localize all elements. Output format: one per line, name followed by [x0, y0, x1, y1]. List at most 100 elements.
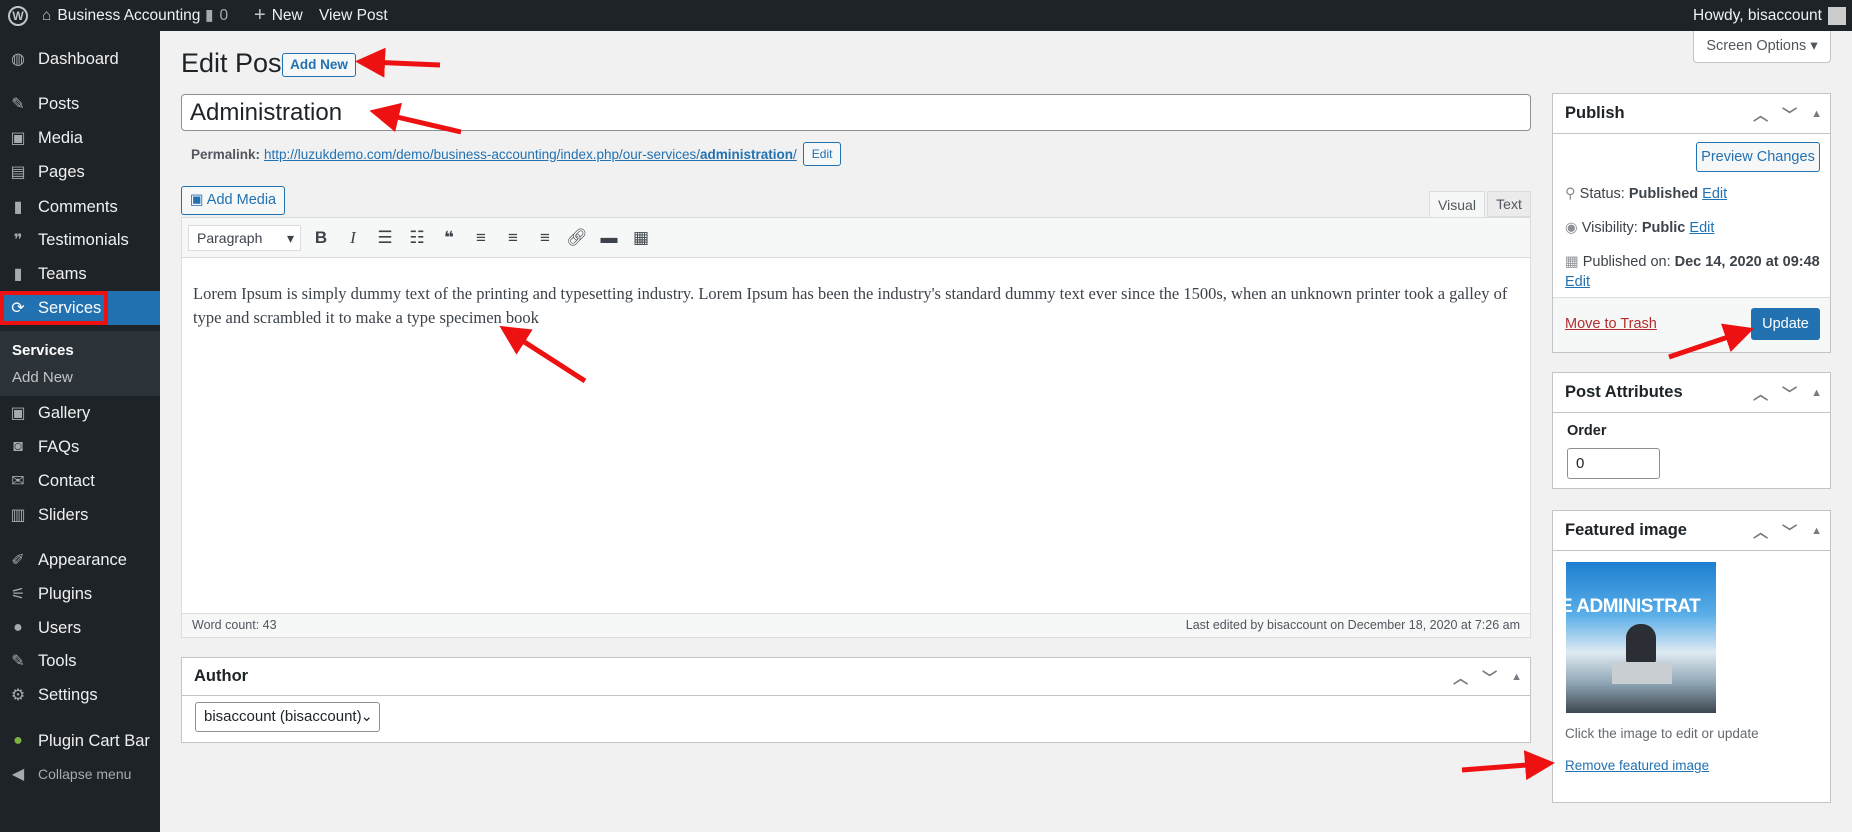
move-down-icon[interactable]: ﹀	[1482, 667, 1497, 688]
submenu-item[interactable]: Services	[0, 337, 160, 364]
account-menu[interactable]: Howdy, bisaccount	[1693, 0, 1846, 31]
leaf-icon: ●	[13, 732, 23, 749]
faq-icon: ◙	[13, 438, 23, 455]
sidebar-item-plugin-cart-bar[interactable]: ● Plugin Cart Bar	[0, 724, 160, 758]
visibility-row: ◉ Visibility: Public Edit	[1565, 220, 1715, 236]
publish-box: Publish ︿ ﹀ ▲ Preview Changes ⚲ Status: Pu…	[1552, 93, 1831, 353]
move-up-icon[interactable]: ︿	[1753, 104, 1768, 125]
move-up-icon[interactable]: ︿	[1453, 667, 1468, 688]
sidebar-item-plugins[interactable]: ⚟ Plugins	[0, 577, 160, 611]
permalink-link[interactable]: http://luzukdemo.com/demo/business-accou…	[264, 147, 797, 162]
view-post-link[interactable]: View Post	[319, 0, 388, 31]
sidebar-item-comments[interactable]: ▮ Comments	[0, 190, 160, 224]
permalink-edit-button[interactable]: Edit	[802, 142, 842, 166]
align-left-icon[interactable]: ≡	[465, 228, 497, 248]
tab-text[interactable]: Text	[1487, 191, 1531, 217]
chevron-down-icon: ⌄	[360, 708, 373, 725]
link-icon[interactable]: 🔗︎	[561, 228, 593, 248]
remove-featured-image-link[interactable]: Remove featured image	[1565, 758, 1709, 773]
avatar	[1828, 6, 1846, 25]
caret-down-icon: ▾	[1810, 38, 1818, 54]
add-media-button[interactable]: ▣ Add Media	[181, 186, 285, 215]
refresh-icon: ⟳	[11, 300, 25, 317]
user-icon: ●	[13, 619, 23, 636]
sidebar-item-faqs[interactable]: ◙ FAQs	[0, 430, 160, 464]
sidebar-item-tools[interactable]: ✎ Tools	[0, 644, 160, 678]
sidebar-item-services[interactable]: ⟳ Services	[0, 291, 108, 325]
new-link[interactable]: + New	[254, 0, 303, 31]
move-down-icon[interactable]: ﹀	[1782, 383, 1797, 404]
italic-icon[interactable]: I	[337, 228, 369, 248]
page-title: Edit Post	[181, 48, 290, 78]
sidebar-item-label: Appearance	[38, 550, 127, 569]
tab-visual[interactable]: Visual	[1429, 191, 1485, 218]
move-up-icon[interactable]: ︿	[1753, 383, 1768, 404]
last-edited: Last edited by bisaccount on December 18…	[1185, 618, 1520, 632]
sidebar-item-appearance[interactable]: ✐ Appearance	[0, 543, 160, 577]
move-to-trash-link[interactable]: Move to Trash	[1565, 316, 1657, 332]
sidebar-item-label: Testimonials	[38, 230, 129, 249]
numbered-list-icon[interactable]: ☷	[401, 228, 433, 248]
home-icon: ⌂	[42, 7, 52, 24]
author-select[interactable]: bisaccount (bisaccount) ⌄	[195, 702, 380, 732]
sidebar-item-gallery[interactable]: ▣ Gallery	[0, 396, 160, 430]
wordpress-logo-icon[interactable]: W	[8, 0, 28, 31]
order-input[interactable]: 0	[1567, 448, 1660, 479]
sidebar-item-sliders[interactable]: ▥ Sliders	[0, 498, 160, 532]
comments-link[interactable]: ▮ 0	[205, 0, 228, 31]
format-select[interactable]: Paragraph ▾	[188, 224, 301, 251]
featured-hint: Click the image to edit or update	[1565, 726, 1759, 741]
editor-status-bar: Word count: 43 Last edited by bisaccount…	[182, 613, 1530, 637]
site-name-link[interactable]: ⌂ Business Accounting	[42, 0, 200, 31]
collapse-menu-button[interactable]: ◀ Collapse menu	[0, 757, 160, 791]
sidebar-item-label: Services	[38, 298, 102, 317]
edit-visibility-link[interactable]: Edit	[1689, 220, 1714, 236]
status-row: ⚲ Status: Published Edit	[1565, 186, 1728, 202]
read-more-icon[interactable]: ▬	[593, 228, 625, 248]
screen-options-button[interactable]: Screen Options ▾	[1693, 31, 1831, 63]
align-right-icon[interactable]: ≡	[529, 228, 561, 248]
move-down-icon[interactable]: ﹀	[1782, 104, 1797, 125]
comment-icon: ▮	[205, 7, 214, 24]
edit-date-link[interactable]: Edit	[1565, 274, 1590, 290]
toggle-icon[interactable]: ▲	[1811, 108, 1822, 120]
toggle-icon[interactable]: ▲	[1811, 525, 1822, 537]
sidebar-item-pages[interactable]: ▤ Pages	[0, 155, 160, 189]
toolbar-toggle-icon[interactable]: ▦	[625, 228, 657, 248]
sidebar-item-label: Posts	[38, 94, 80, 113]
wrench-icon: ✎	[11, 653, 25, 670]
sidebar-item-contact[interactable]: ✉ Contact	[0, 464, 160, 498]
bold-icon[interactable]: B	[305, 228, 337, 248]
align-center-icon[interactable]: ≡	[497, 228, 529, 248]
post-title-input[interactable]: Administration	[181, 94, 1531, 131]
toggle-icon[interactable]: ▲	[1811, 387, 1822, 399]
featured-image-box: Featured image ︿ ﹀ ▲ E ADMINISTRAT Click t…	[1552, 510, 1831, 803]
sidebar-item-media[interactable]: ▣ Media	[0, 121, 160, 155]
sidebar-item-users[interactable]: ● Users	[0, 611, 160, 645]
dashboard-icon: ◍	[11, 51, 25, 68]
sidebar-item-posts[interactable]: ✎ Posts	[0, 87, 160, 121]
move-down-icon[interactable]: ﹀	[1782, 521, 1797, 542]
sidebar-item-label: Teams	[38, 264, 87, 283]
edit-status-link[interactable]: Edit	[1702, 186, 1727, 202]
toggle-icon[interactable]: ▲	[1511, 671, 1522, 683]
blockquote-icon[interactable]: ❝	[433, 228, 465, 248]
gallery-icon: ▣	[10, 405, 26, 422]
update-button[interactable]: Update	[1751, 308, 1820, 340]
sidebar-item-teams[interactable]: ▮ Teams	[0, 257, 160, 291]
sidebar-item-dashboard[interactable]: ◍ Dashboard	[0, 42, 160, 76]
sidebar-item-testimonials[interactable]: ❞ Testimonials	[0, 223, 160, 257]
plus-icon: +	[254, 4, 266, 26]
bulleted-list-icon[interactable]: ☰	[369, 228, 401, 248]
sidebar-item-settings[interactable]: ⚙ Settings	[0, 678, 160, 712]
add-new-button[interactable]: Add New	[282, 53, 356, 77]
post-attributes-box: Post Attributes ︿ ﹀ ▲ Order 0	[1552, 372, 1831, 489]
sliders-icon: ▥	[10, 507, 26, 524]
move-up-icon[interactable]: ︿	[1753, 521, 1768, 542]
sidebar-item-label: Contact	[38, 471, 95, 490]
collapse-icon: ◀	[11, 766, 25, 783]
editor-content[interactable]: Lorem Ipsum is simply dummy text of the …	[182, 258, 1530, 611]
submenu-item[interactable]: Add New	[0, 364, 160, 391]
featured-image[interactable]: E ADMINISTRAT	[1566, 562, 1716, 713]
preview-changes-button[interactable]: Preview Changes	[1696, 142, 1820, 172]
